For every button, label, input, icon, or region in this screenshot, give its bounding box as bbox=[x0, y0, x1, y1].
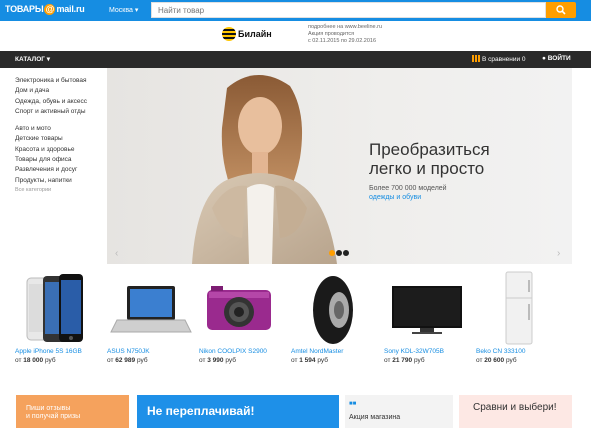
logo-at-icon: @ bbox=[44, 4, 56, 15]
promo-line-2: Акция проводится bbox=[308, 31, 355, 37]
carousel-dot-3[interactable] bbox=[343, 250, 349, 256]
compare-link[interactable]: В сравнении 0 bbox=[472, 55, 526, 63]
sidebar-item-kids[interactable]: Детские товары bbox=[15, 134, 107, 144]
sidebar-item-food[interactable]: Продукты, напитки bbox=[15, 176, 107, 186]
store-logo-icon: ■■ bbox=[349, 401, 357, 407]
sidebar-item-office[interactable]: Товары для офиса bbox=[15, 155, 107, 165]
camera-icon bbox=[207, 286, 271, 330]
beeline-logo-icon bbox=[222, 27, 236, 41]
catalog-button[interactable]: КАТАЛОГ ▾ bbox=[15, 55, 50, 63]
tire-icon bbox=[313, 276, 353, 344]
product-card[interactable]: Sony KDL-32W705B от 21 790 руб bbox=[384, 268, 474, 364]
sidebar-item-leisure[interactable]: Развлечения и досуг bbox=[15, 165, 107, 175]
promo-text: подробнее на www.beeline.ru Акция провод… bbox=[308, 24, 382, 45]
product-price: от 3 990 руб bbox=[199, 357, 236, 364]
carousel-dots bbox=[329, 250, 350, 258]
product-card[interactable]: Beko CN 333100 от 20 600 руб bbox=[476, 268, 566, 364]
product-card[interactable]: Apple iPhone 5S 16GB от 18 000 руб bbox=[15, 268, 105, 364]
product-price: от 18 000 руб bbox=[15, 357, 56, 364]
hero-banner[interactable]: Преобразиться легко и просто Более 700 0… bbox=[107, 68, 572, 264]
model-photo bbox=[192, 74, 337, 264]
dont-overpay-text: Не переплачивай! bbox=[147, 404, 255, 418]
product-name[interactable]: ASUS N750JK bbox=[107, 348, 150, 355]
login-button[interactable]: ● ВОЙТИ bbox=[542, 55, 571, 62]
product-card[interactable]: Nikon COOLPIX S2900 от 3 990 руб bbox=[199, 268, 289, 364]
sidebar-item-clothes[interactable]: Одежда, обувь и аксесс bbox=[15, 97, 107, 107]
product-name[interactable]: Nikon COOLPIX S2900 bbox=[199, 348, 267, 355]
reviews-promo-card[interactable]: Пиши отзывы и получай призы bbox=[16, 395, 129, 428]
compare-promo-card[interactable]: Сравни и выбери! bbox=[459, 395, 572, 428]
beeline-brand: Билайн bbox=[238, 29, 272, 39]
promo-line-1: подробнее на www.beeline.ru bbox=[308, 24, 382, 30]
product-price: от 1 594 руб bbox=[291, 357, 328, 364]
tv-icon bbox=[392, 286, 462, 334]
search-button[interactable] bbox=[546, 2, 576, 18]
banner-title: Преобразиться легко и просто bbox=[369, 140, 490, 178]
sidebar-item-beauty[interactable]: Красота и здоровье bbox=[15, 145, 107, 155]
compare-icon bbox=[472, 55, 480, 62]
sidebar-item-sport[interactable]: Спорт и активный отды bbox=[15, 107, 107, 117]
product-name[interactable]: Sony KDL-32W705B bbox=[384, 348, 444, 355]
smartphone-icon bbox=[26, 274, 83, 342]
sidebar-item-auto[interactable]: Авто и мото bbox=[15, 124, 107, 134]
carousel-next-icon[interactable]: › bbox=[557, 248, 560, 259]
promo-strip[interactable]: Билайн подробнее на www.beeline.ru Акция… bbox=[0, 21, 591, 51]
carousel-prev-icon[interactable]: ‹ bbox=[115, 248, 118, 259]
product-price: от 20 600 руб bbox=[476, 357, 517, 364]
bottom-promos: Пиши отзывы и получай призы Не переплачи… bbox=[0, 395, 591, 428]
product-name[interactable]: Amtel NordMaster bbox=[291, 348, 343, 355]
compare-label: В сравнении 0 bbox=[482, 56, 526, 63]
banner-title-line-2: легко и просто bbox=[369, 159, 485, 178]
city-selector[interactable]: Москва ▾ bbox=[109, 6, 138, 14]
fridge-icon bbox=[505, 271, 533, 345]
catalog-bar: КАТАЛОГ ▾ В сравнении 0 ● ВОЙТИ bbox=[0, 51, 591, 68]
banner-title-line-1: Преобразиться bbox=[369, 140, 490, 159]
sidebar-all-categories[interactable]: Все категории bbox=[15, 186, 107, 195]
dont-overpay-card[interactable]: Не переплачивай! bbox=[137, 395, 339, 428]
search-icon bbox=[556, 5, 566, 15]
product-card[interactable]: ASUS N750JK от 62 989 руб bbox=[107, 268, 197, 364]
logo-suffix: mail.ru bbox=[56, 4, 85, 14]
site-logo[interactable]: ТОВАРЫ @ mail.ru bbox=[5, 4, 85, 15]
product-name[interactable]: Beko CN 333100 bbox=[476, 348, 526, 355]
product-name[interactable]: Apple iPhone 5S 16GB bbox=[15, 348, 82, 355]
popular-products: Apple iPhone 5S 16GB от 18 000 руб ASUS … bbox=[0, 268, 591, 368]
store-promo-text: Акция магазина bbox=[349, 414, 401, 421]
search-box bbox=[151, 2, 546, 18]
top-bar: ТОВАРЫ @ mail.ru Москва ▾ bbox=[0, 0, 591, 21]
reviews-promo-text: Пиши отзывы и получай призы bbox=[26, 405, 81, 420]
category-sidebar: Электроника и бытовая Дом и дача Одежда,… bbox=[15, 76, 107, 195]
product-price: от 21 790 руб bbox=[384, 357, 425, 364]
banner-subtitle: Более 700 000 моделей bbox=[369, 185, 447, 192]
carousel-dot-2[interactable] bbox=[336, 250, 342, 256]
compare-promo-text: Сравни и выбери! bbox=[473, 402, 557, 413]
promo-line-3: с 02.11.2015 по 29.02.2016 bbox=[308, 38, 377, 44]
carousel-dot-1[interactable] bbox=[329, 250, 335, 256]
store-promo-card[interactable]: ■■ Акция магазина bbox=[345, 395, 453, 428]
banner-link[interactable]: одежды и обуви bbox=[369, 194, 421, 201]
sidebar-item-home[interactable]: Дом и дача bbox=[15, 86, 107, 96]
sidebar-item-electronics[interactable]: Электроника и бытовая bbox=[15, 76, 107, 86]
logo-prefix: ТОВАРЫ bbox=[5, 4, 44, 14]
product-price: от 62 989 руб bbox=[107, 357, 148, 364]
product-card[interactable]: Amtel NordMaster от 1 594 руб bbox=[291, 268, 381, 364]
laptop-icon bbox=[110, 286, 192, 333]
login-label: ВОЙТИ bbox=[547, 55, 571, 62]
search-input[interactable] bbox=[152, 3, 545, 17]
